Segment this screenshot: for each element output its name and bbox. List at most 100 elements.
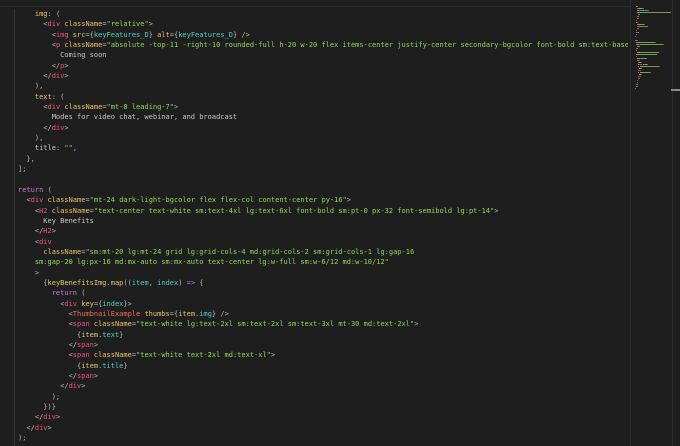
code-token: } [123, 361, 128, 370]
code-token: className [43, 196, 86, 205]
code-token: "relative" [106, 20, 149, 29]
code-token: { [18, 330, 82, 339]
code-token: </ [18, 227, 44, 236]
code-line: > [0, 268, 628, 278]
code-token: div [43, 413, 56, 422]
minimap-mark [636, 54, 657, 55]
code-token: < [18, 299, 65, 308]
code-token: > [494, 206, 499, 215]
code-token: div [47, 20, 61, 29]
code-token: => [186, 278, 196, 287]
code-token: div [34, 423, 48, 432]
code-token: ( [77, 289, 86, 298]
code-token: </ [18, 341, 78, 349]
code-token: "" [64, 144, 73, 153]
code-token: index [102, 299, 124, 308]
code-token: </ [18, 123, 52, 132]
code-line: </div> [0, 381, 628, 391]
code-token: div [68, 382, 82, 391]
code-line: <ThumbnailExample thumbs={item.img} /> [0, 309, 628, 319]
vertical-scrollbar[interactable] [672, 0, 680, 446]
code-token: ); [18, 392, 61, 401]
code-token: "text-center text-white sm:text-4xl lg:t… [93, 206, 495, 215]
code-token: ( [43, 185, 52, 194]
code-line: </div> [0, 71, 628, 81]
code-token: > [270, 351, 276, 360]
minimap-mark [636, 82, 638, 83]
minimap-mark [636, 6, 638, 7]
minimap-mark [636, 20, 637, 21]
code-token: img [55, 30, 69, 39]
code-token: H2 [39, 206, 48, 215]
code-token: , [72, 144, 78, 153]
code-line: </div> [0, 423, 628, 433]
code-line: text: ( [0, 92, 628, 102]
code-line: ); [0, 392, 628, 402]
code-token: < [18, 237, 40, 246]
code-token: src [68, 30, 86, 39]
code-line: <div key={index}> [0, 299, 628, 309]
code-token: span [77, 341, 94, 349]
code-token: span [77, 372, 94, 381]
code-token: </ [18, 382, 69, 391]
code-token: div [47, 103, 61, 112]
scrollbar-thumb[interactable] [671, 89, 680, 91]
code-token: keyFeatures_D [93, 30, 149, 39]
code-line: sm:gap-20 lg:px-16 md:mx-auto sm:mx-auto… [0, 257, 628, 267]
minimap-mark [637, 14, 641, 15]
code-token: "text-white lg:text-2xl sm:text-2xl sm:t… [136, 320, 415, 329]
code-token: thumbs [140, 309, 170, 318]
code-token: > [81, 382, 86, 391]
code-token: < [18, 20, 48, 29]
code-token: div [51, 123, 65, 132]
minimap[interactable] [630, 0, 673, 446]
code-token: > [414, 320, 419, 329]
code-line: {item.text} [0, 330, 628, 340]
minimap-mark [639, 42, 655, 43]
code-line: <span className="text-white text-2xl md:… [0, 350, 628, 360]
code-token: </ [18, 372, 78, 381]
code-editor[interactable]: img: ( <div className="relative"> <img s… [0, 9, 628, 446]
code-line: title: "", [0, 143, 628, 153]
code-token: item [131, 278, 149, 287]
code-token: , [148, 278, 158, 287]
minimap-mark [635, 34, 636, 35]
minimap-mark [647, 10, 649, 11]
code-token: </ [18, 413, 44, 422]
code-token: < [18, 30, 56, 39]
code-line: Modes for video chat, webinar, and broad… [0, 112, 628, 122]
code-token: > [47, 423, 52, 432]
code-token: </ [18, 61, 61, 70]
code-line: </span> [0, 371, 628, 381]
code-token: </ [18, 72, 52, 81]
code-token: span [72, 351, 90, 360]
code-token: item [81, 330, 99, 339]
minimap-mark [646, 64, 648, 65]
minimap-mark [636, 30, 637, 31]
code-token: { [195, 278, 204, 287]
code-token: return [18, 185, 44, 194]
code-token: : ( [47, 10, 61, 18]
code-token: > [93, 341, 99, 349]
minimap-mark [642, 66, 659, 67]
minimap-mark [637, 26, 648, 27]
code-token: ), [18, 82, 44, 91]
code-line: Key Benefits [0, 216, 628, 226]
code-token: > [148, 20, 153, 29]
code-token: > [55, 413, 61, 422]
code-line: {item.title} [0, 361, 628, 371]
code-token: Coming soon [18, 51, 107, 60]
code-token: className [60, 103, 103, 112]
code-token: > [51, 227, 56, 236]
code-lines: img: ( <div className="relative"> <img s… [0, 9, 628, 443]
code-token: ]; [18, 165, 27, 174]
code-token: key [77, 299, 94, 308]
code-line: <img src={keyFeatures_D} alt={keyFeature… [0, 30, 628, 40]
code-token: keyFeatures_D [178, 30, 233, 39]
minimap-mark [637, 22, 638, 23]
indent-guide [14, 9, 15, 446]
code-token: > [173, 103, 179, 112]
code-token: return [18, 289, 78, 298]
code-token: ={ [169, 309, 179, 318]
